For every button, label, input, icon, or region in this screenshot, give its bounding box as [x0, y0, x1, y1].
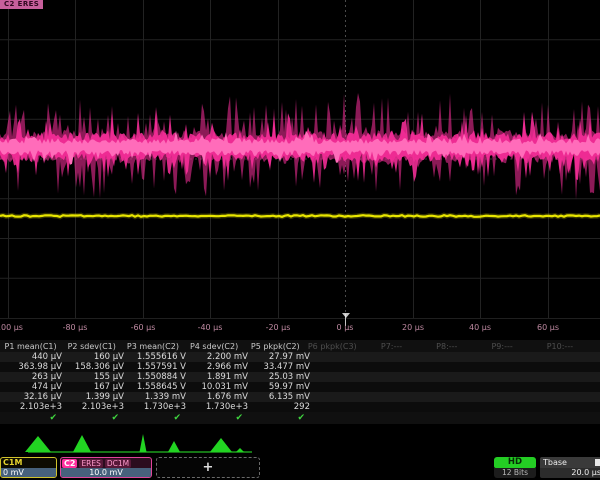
measure-row-value: 440 µV 160 µV 1.555616 V 2.200 mV 27.97 … [0, 352, 600, 362]
measure-status-row: ✔ ✔ ✔ ✔ ✔ [0, 412, 600, 424]
histicon-peak [210, 438, 232, 452]
checkmark-icon: ✔ [62, 413, 124, 423]
measure-cell: 363.98 µV [0, 362, 62, 372]
measure-cell: 27.97 mV [248, 352, 310, 362]
measure-cell: 167 µV [62, 382, 124, 392]
measure-cell: 10.031 mV [186, 382, 248, 392]
waveform-display[interactable]: C2 ERES [0, 0, 600, 318]
time-axis: -100 µs -80 µs -60 µs -40 µs -20 µs 0 µs 20 µs… [0, 318, 600, 339]
measure-cell: 25.03 mV [248, 372, 310, 382]
timebase-value: 20.0 µs [540, 468, 600, 478]
measure-cell: 6.135 mV [248, 392, 310, 402]
measure-cell: 1.339 mV [124, 392, 186, 402]
time-axis-tick: -100 µs [0, 323, 23, 332]
param-header-p9[interactable]: P9:--- [489, 342, 544, 351]
channel-c2-descriptor[interactable]: C2 ERES DC1M 10.0 mV [60, 457, 152, 478]
measure-cell: 1.555616 V [124, 352, 186, 362]
param-header-p1[interactable]: P1 mean(C1) [0, 342, 61, 351]
measure-cell: 2.200 mV [186, 352, 248, 362]
measure-cell: 155 µV [62, 372, 124, 382]
param-header-p10[interactable]: P10:--- [545, 342, 600, 351]
measure-cell: 263 µV [0, 372, 62, 382]
checkmark-icon: ✔ [0, 413, 62, 423]
measure-cell: 292 [248, 402, 310, 412]
histicon-peak [73, 435, 91, 452]
measure-cell: 1.730e+3 [186, 402, 248, 412]
measure-cell: 440 µV [0, 352, 62, 362]
c2-channel-badge: C2 [62, 459, 77, 468]
c1-coupling-label: C1M [1, 458, 56, 468]
checkmark-icon: ✔ [248, 413, 310, 423]
timebase-label: Tbase [543, 458, 567, 467]
hd-mode-indicator[interactable]: HD 12 Bits [494, 457, 536, 478]
oscilloscope-screen: C2 ERES -100 µs -80 µs -60 µs -40 µs -20 µs 0… [0, 0, 600, 480]
time-axis-tick: 40 µs [469, 323, 491, 332]
histicon-peak [140, 434, 147, 452]
measure-cell: 2.103e+3 [0, 402, 62, 412]
trace-plot[interactable] [0, 0, 600, 318]
time-axis-tick: -40 µs [198, 323, 223, 332]
measure-row-mean: 363.98 µV 158.306 µV 1.557591 V 2.966 mV… [0, 362, 600, 372]
time-axis-tick: -80 µs [63, 323, 88, 332]
measure-cell: 1.891 mV [186, 372, 248, 382]
hd-badge: HD [494, 457, 536, 468]
measure-cell: 1.730e+3 [124, 402, 186, 412]
hd-bits-label: 12 Bits [494, 468, 536, 478]
measure-cell: 1.550884 V [124, 372, 186, 382]
measure-cell: 1.676 mV [186, 392, 248, 402]
measure-row-num: 2.103e+3 2.103e+3 1.730e+3 1.730e+3 292 [0, 402, 600, 412]
time-axis-tick: 60 µs [537, 323, 559, 332]
time-axis-tick: -20 µs [266, 323, 291, 332]
plus-icon: + [203, 460, 214, 475]
param-header-p4[interactable]: P4 sdev(C2) [184, 342, 245, 351]
measure-cell: 160 µV [62, 352, 124, 362]
param-header-p5[interactable]: P5 pkpk(C2) [245, 342, 306, 351]
channel-c1-descriptor[interactable]: C1M 0 mV [0, 457, 57, 478]
measure-row-sdev: 32.16 µV 1.399 µV 1.339 mV 1.676 mV 6.13… [0, 392, 600, 402]
c1-scale-value: 0 mV [1, 468, 56, 477]
checkmark-icon: ✔ [124, 413, 186, 423]
measure-row-min: 263 µV 155 µV 1.550884 V 1.891 mV 25.03 … [0, 372, 600, 382]
histicon-peak [236, 448, 244, 452]
measure-header-row: P1 mean(C1) P2 sdev(C1) P3 mean(C2) P4 s… [0, 340, 600, 352]
trace-annotation: C2 ERES [0, 0, 43, 9]
time-axis-tick: -60 µs [131, 323, 156, 332]
histicon-peak [25, 436, 51, 452]
time-axis-tick: 0 µs [337, 323, 354, 332]
param-header-p2[interactable]: P2 sdev(C1) [61, 342, 122, 351]
trigger-marker-icon[interactable] [342, 313, 350, 318]
measure-cell: 1.399 µV [62, 392, 124, 402]
measure-cell: 33.477 mV [248, 362, 310, 372]
param-header-p3[interactable]: P3 mean(C2) [122, 342, 183, 351]
descriptor-bar: C1M 0 mV C2 ERES DC1M 10.0 mV + HD 12 Bi… [0, 456, 600, 480]
time-axis-tick: 20 µs [402, 323, 424, 332]
measure-cell: 1.558645 V [124, 382, 186, 392]
param-header-p6[interactable]: P6 pkpk(C3) [306, 342, 379, 351]
param-header-p8[interactable]: P8:--- [434, 342, 489, 351]
measure-cell: 158.306 µV [62, 362, 124, 372]
measure-cell: 2.103e+3 [62, 402, 124, 412]
measure-cell: 1.557591 V [124, 362, 186, 372]
timebase-descriptor[interactable]: Tbase 20.0 µs [540, 457, 600, 478]
add-trace-button[interactable]: + [156, 457, 260, 478]
measure-cell: 32.16 µV [0, 392, 62, 402]
parameter-histicons[interactable] [0, 426, 600, 456]
measure-row-max: 474 µV 167 µV 1.558645 V 10.031 mV 59.97… [0, 382, 600, 392]
trigger-indicator-icon [595, 459, 600, 466]
measurement-table: P1 mean(C1) P2 sdev(C1) P3 mean(C2) P4 s… [0, 340, 600, 424]
param-header-p7[interactable]: P7:--- [379, 342, 434, 351]
c2-eres-tag: ERES [79, 459, 102, 468]
c2-coupling-tag: DC1M [105, 459, 131, 468]
measure-cell: 474 µV [0, 382, 62, 392]
measure-cell: 59.97 mV [248, 382, 310, 392]
measure-cell: 2.966 mV [186, 362, 248, 372]
c2-scale-value: 10.0 mV [61, 468, 151, 477]
checkmark-icon: ✔ [186, 413, 248, 423]
histicon-peak [168, 441, 180, 452]
